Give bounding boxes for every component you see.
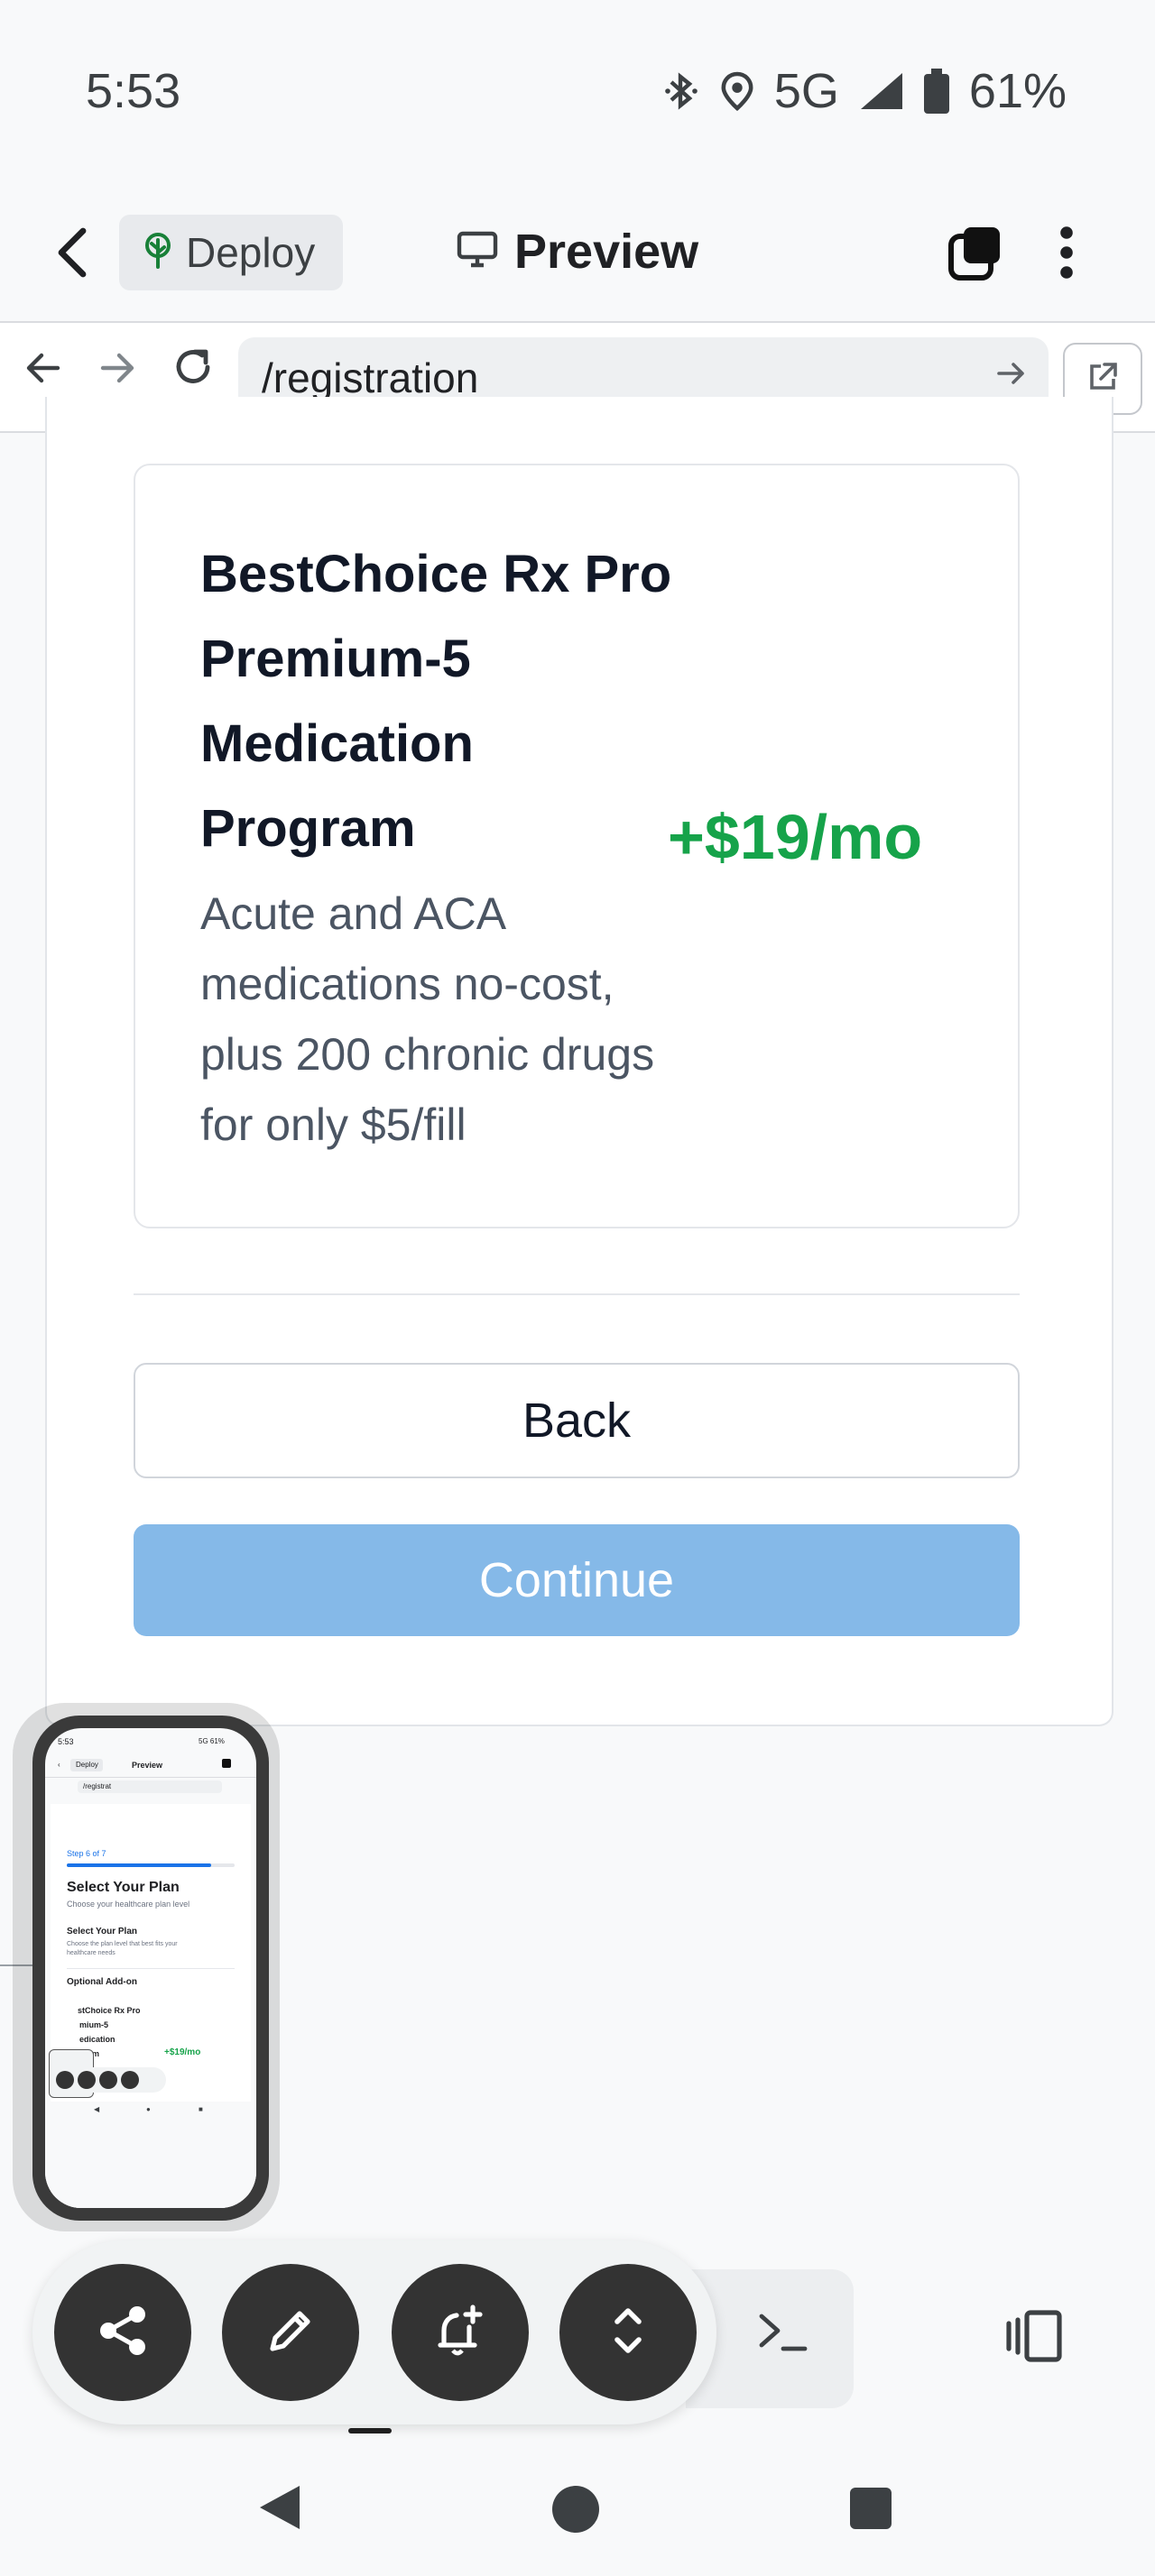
mini-section-title: Select Your Plan [67, 1927, 137, 1937]
system-recents-icon[interactable] [850, 2488, 892, 2529]
mini-sys-home: ● [146, 2105, 151, 2113]
add-alert-button[interactable] [392, 2264, 529, 2401]
status-icons: 5G 61% [664, 63, 1067, 119]
mini-navbar [45, 2102, 256, 2208]
url-text[interactable]: /registration [262, 354, 478, 402]
mini-addon: Optional Add-on [67, 1977, 137, 1987]
mini-section-desc-2: healthcare needs [67, 1950, 116, 1956]
mini-plan-1: stChoice Rx Pro [78, 2006, 141, 2015]
go-arrow-icon[interactable] [997, 361, 1026, 391]
mini-url: /registrat [83, 1782, 112, 1790]
bell-plus-icon [431, 2302, 489, 2364]
nav-back-icon[interactable] [25, 350, 61, 391]
status-time: 5:53 [86, 64, 181, 118]
mini-tabs-icon [222, 1759, 231, 1768]
more-options-icon[interactable] [1056, 224, 1077, 286]
mini-step: Step 6 of 7 [67, 1849, 106, 1858]
unfold-icon [610, 2302, 646, 2364]
system-home-icon[interactable] [552, 2486, 599, 2533]
plan-name: BestChoice Rx Pro Premium-5 Medication P… [200, 545, 672, 858]
side-panel-icon[interactable] [1002, 2309, 1067, 2368]
bluetooth-icon [664, 69, 700, 113]
mini-sys-recent: ■ [199, 2105, 203, 2113]
mini-preview-title: Preview [132, 1761, 163, 1770]
mini-bell-fab [99, 2071, 117, 2089]
plan-price: +$19/mo [668, 802, 923, 872]
share-icon [94, 2302, 152, 2364]
preview-title: Preview [514, 225, 699, 279]
battery-percent: 61% [968, 64, 1067, 118]
mini-status: 5G 61% [199, 1737, 225, 1745]
back-chevron-icon[interactable] [54, 224, 90, 286]
terminal-icon[interactable] [756, 2309, 810, 2359]
mini-deploy: Deploy [76, 1761, 98, 1769]
edit-button[interactable] [222, 2264, 359, 2401]
mini-section-desc-1: Choose the plan level that best fits you… [67, 1941, 178, 1947]
gesture-indicator [348, 2428, 392, 2433]
mini-expand-fab [121, 2071, 139, 2089]
divider [134, 1293, 1020, 1295]
deploy-label: Deploy [186, 229, 316, 276]
mini-price: +$19/mo [164, 2047, 201, 2057]
mini-back-icon: ‹ [58, 1761, 60, 1769]
preview-title-group: Preview [457, 224, 698, 280]
share-button[interactable] [54, 2264, 191, 2401]
reload-icon[interactable] [171, 345, 217, 394]
open-external-icon [1086, 361, 1119, 398]
mini-share-fab [56, 2071, 74, 2089]
mini-plan-2: mium-5 [79, 2020, 109, 2029]
nav-forward-icon[interactable] [99, 350, 135, 391]
network-label: 5G [773, 64, 839, 118]
expand-button[interactable] [559, 2264, 697, 2401]
mini-title: Select Your Plan [67, 1880, 180, 1895]
mini-time: 5:53 [58, 1737, 74, 1746]
mini-subtitle: Choose your healthcare plan level [67, 1900, 190, 1909]
tabs-icon[interactable] [947, 225, 1002, 286]
location-icon [720, 69, 754, 113]
monitor-icon [457, 231, 498, 273]
mini-edit-fab [78, 2071, 96, 2089]
mini-progress-fill [67, 1863, 211, 1867]
continue-button[interactable]: Continue [134, 1524, 1020, 1636]
deploy-tree-icon [143, 232, 173, 273]
battery-icon [923, 69, 949, 114]
signal-icon [859, 71, 904, 111]
pencil-icon [263, 2304, 318, 2362]
mini-plan-3: edication [79, 2035, 116, 2044]
mini-appbar-rule [45, 1777, 256, 1778]
mini-preview-screen[interactable]: 5:53 5G 61% ‹ Deploy Preview /registrat … [45, 1728, 256, 2208]
deploy-button[interactable]: Deploy [119, 215, 343, 290]
plan-description: Acute and ACA medications no-cost, plus … [200, 888, 655, 1150]
mini-divider [67, 1968, 235, 1969]
system-back-icon[interactable] [256, 2482, 303, 2537]
back-button[interactable]: Back [134, 1363, 1020, 1478]
mini-sys-back: ◀ [94, 2105, 100, 2113]
